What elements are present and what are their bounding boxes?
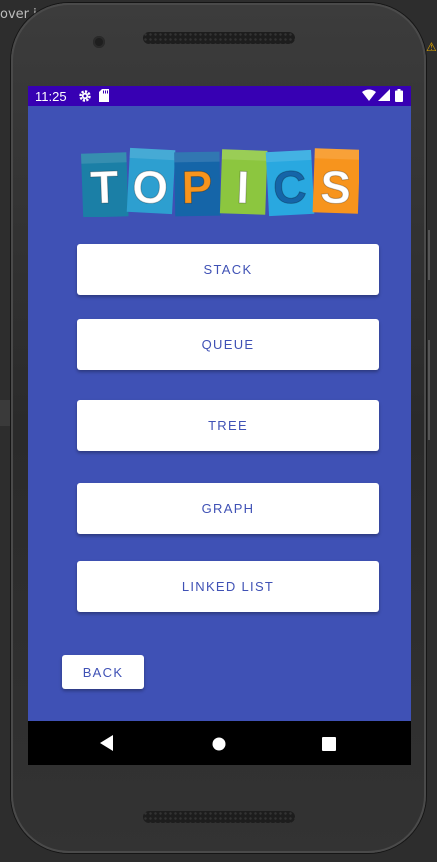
bottom-speaker-grille: [143, 811, 295, 823]
stack-button[interactable]: STACK: [77, 244, 379, 295]
logo-tile-t: T: [81, 152, 129, 217]
front-camera: [93, 36, 105, 48]
graph-button[interactable]: GRAPH: [77, 483, 379, 534]
sd-card-icon: [99, 89, 110, 105]
logo-letter: O: [131, 160, 169, 214]
tree-button[interactable]: TREE: [77, 400, 379, 451]
linked-list-button[interactable]: LINKED LIST: [77, 561, 379, 612]
back-button[interactable]: BACK: [62, 655, 144, 689]
logo-letter: P: [181, 161, 213, 214]
logo-tile-c: C: [265, 149, 315, 217]
navigation-bar: [28, 721, 411, 765]
wifi-icon: [362, 89, 376, 104]
app-screen: 11:25 T O P I C S STACK QUEUE TREE GRAPH…: [28, 86, 411, 765]
logo-tile-i: I: [219, 149, 268, 215]
home-circle-icon[interactable]: [212, 736, 226, 755]
settings-gear-icon: [78, 89, 92, 106]
logo-letter: T: [89, 161, 119, 214]
status-time: 11:25: [35, 89, 67, 104]
queue-button[interactable]: QUEUE: [77, 319, 379, 370]
top-speaker-grille: [143, 32, 295, 44]
logo-letter: S: [319, 160, 351, 213]
warning-icon: ⚠: [426, 40, 437, 54]
topics-logo: TOPICS: [81, 147, 359, 217]
signal-icon: [378, 89, 390, 104]
status-bar: 11:25: [28, 86, 411, 106]
logo-letter: C: [272, 160, 308, 214]
logo-letter: I: [236, 161, 251, 213]
logo-tile-o: O: [126, 147, 176, 214]
battery-icon: [395, 89, 403, 105]
logo-tile-p: P: [174, 151, 221, 217]
scrollbar-thumb[interactable]: [428, 340, 430, 440]
logo-tile-s: S: [312, 148, 359, 214]
recents-square-icon[interactable]: [322, 736, 336, 755]
back-triangle-icon[interactable]: [100, 735, 114, 755]
scrollbar-track[interactable]: [428, 230, 430, 280]
